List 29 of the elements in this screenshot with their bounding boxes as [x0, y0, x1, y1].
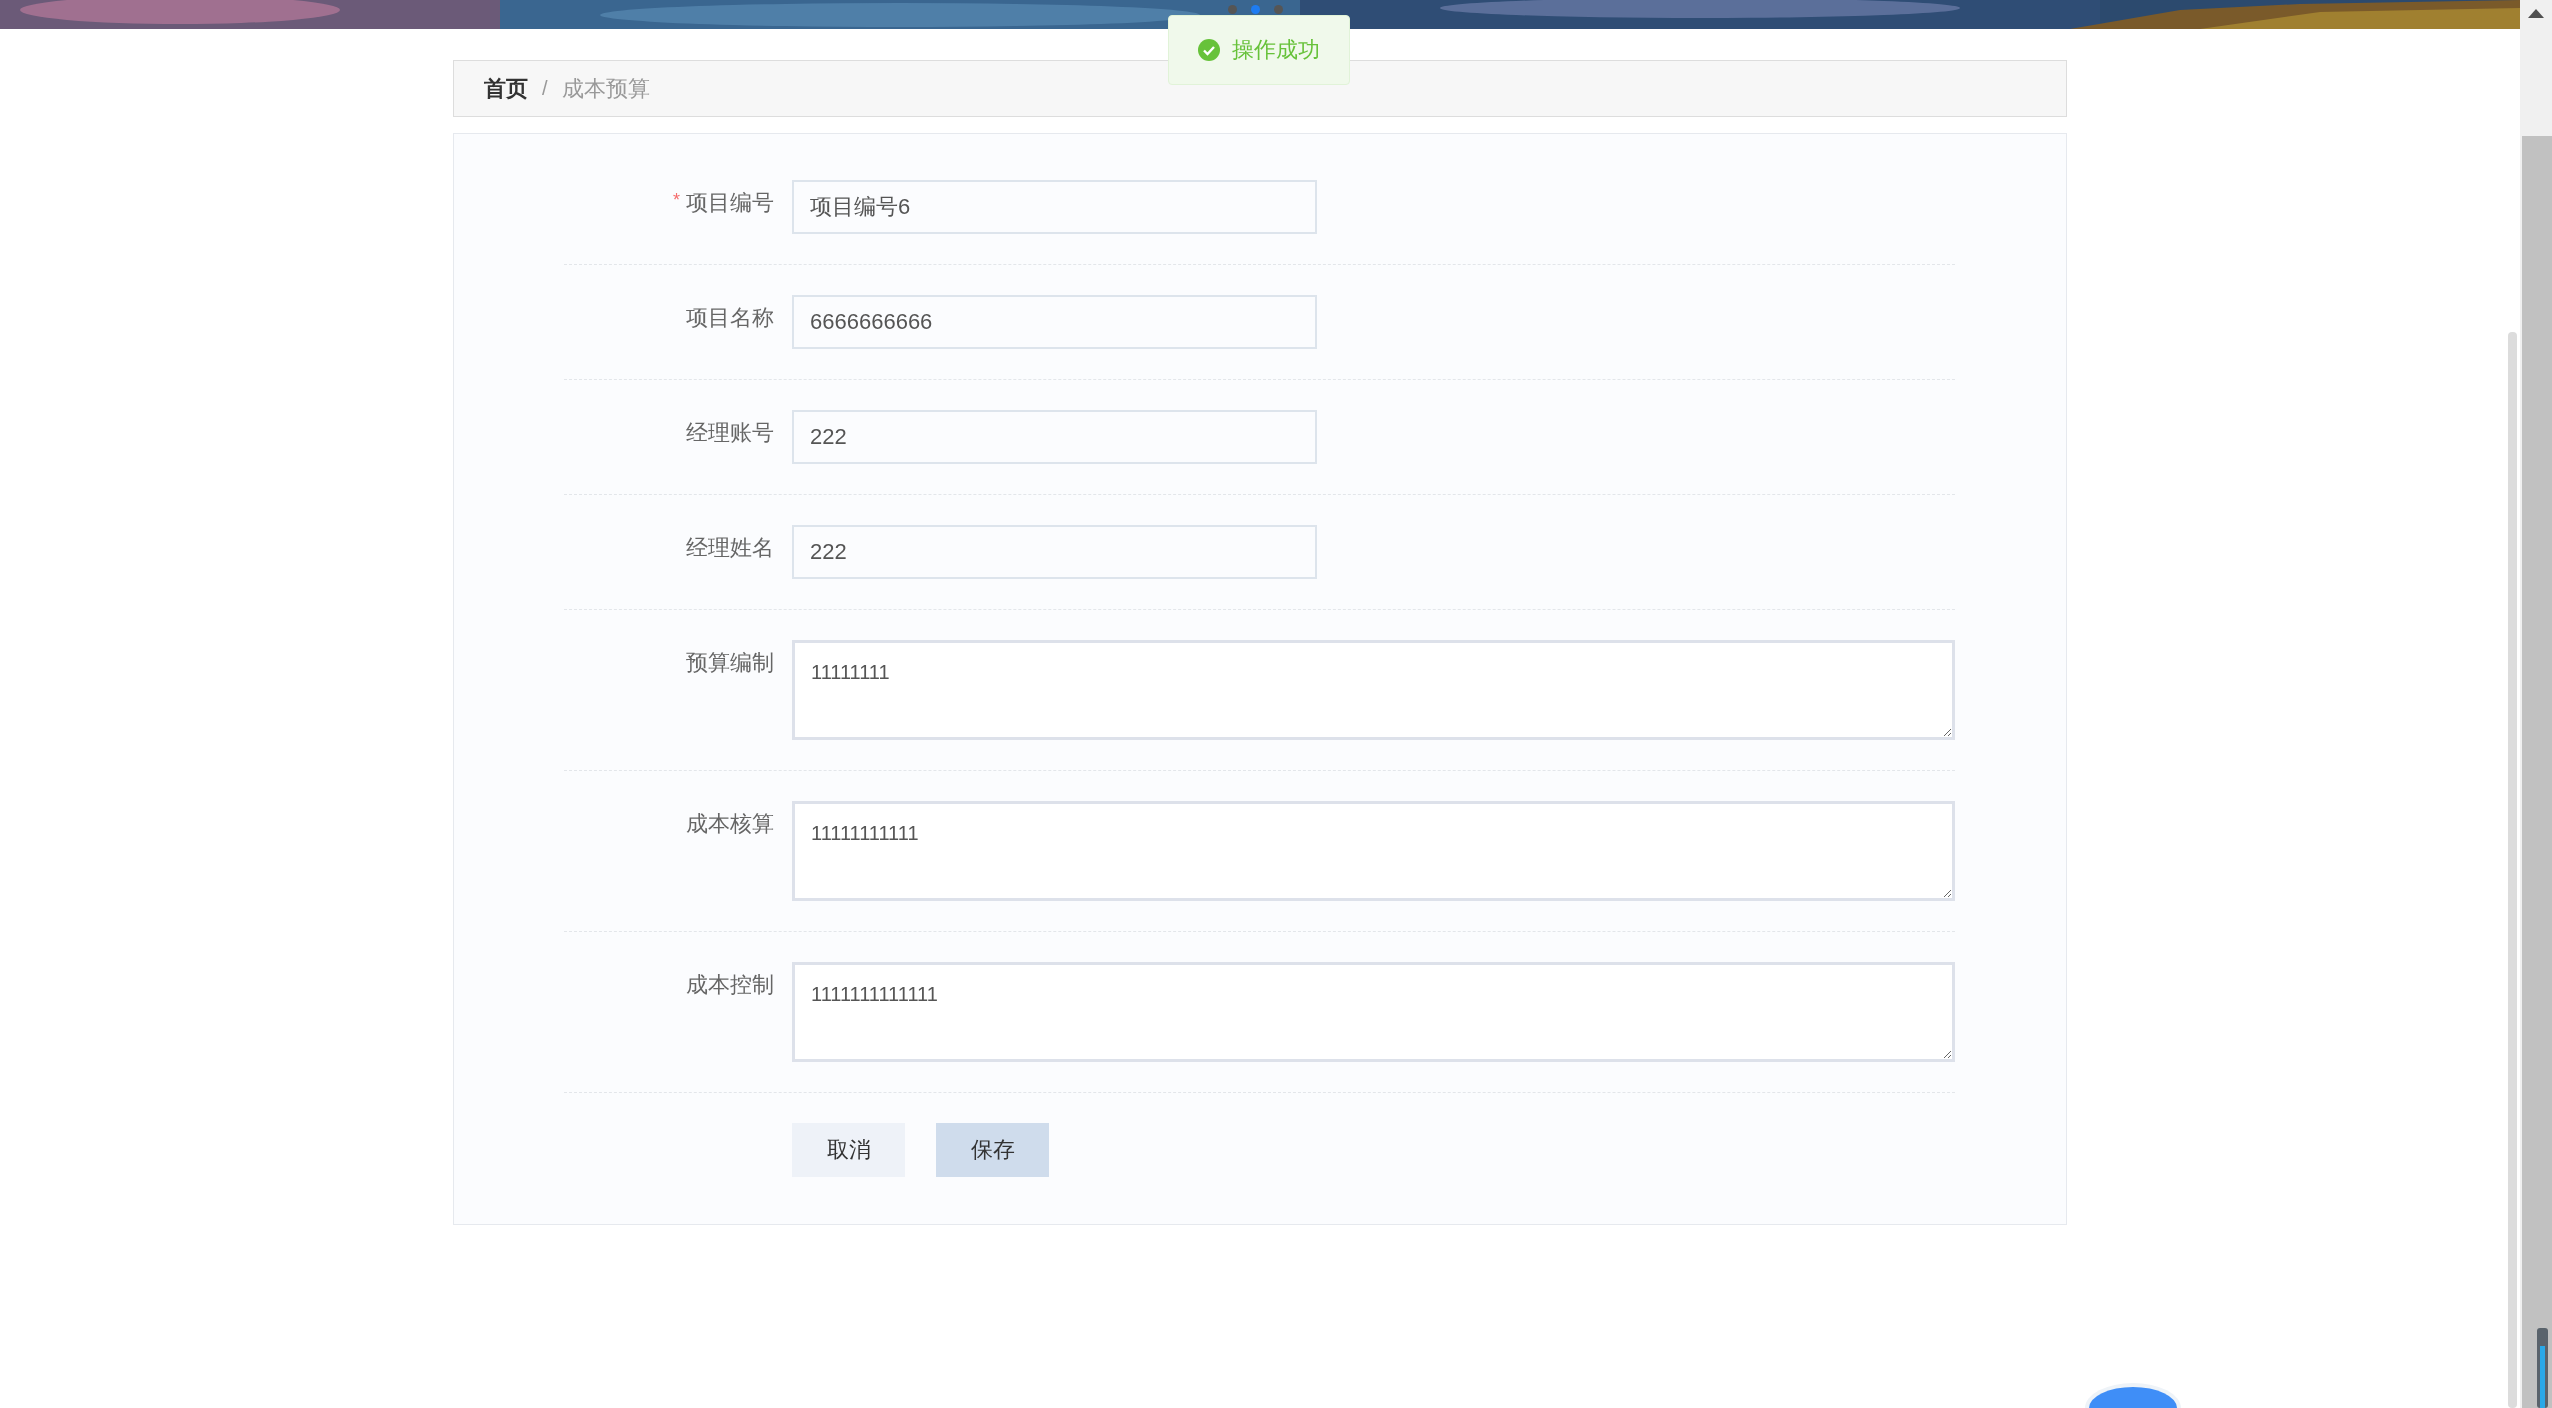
breadcrumb-separator: /	[542, 77, 548, 100]
text-area[interactable]: 11111111111	[792, 801, 1955, 901]
scrollbar-thumb[interactable]	[2522, 136, 2552, 1408]
cancel-button[interactable]: 取消	[792, 1123, 905, 1177]
input-field[interactable]: 222	[792, 410, 1317, 464]
scroll-up-icon[interactable]	[2528, 9, 2544, 18]
text-area[interactable]: 1111111111111	[792, 962, 1955, 1062]
field-label: 预算编制	[686, 649, 774, 677]
required-mark: *	[673, 189, 680, 212]
field-label: 成本控制	[686, 971, 774, 999]
save-button[interactable]: 保存	[936, 1123, 1049, 1177]
toast-text: 操作成功	[1232, 36, 1320, 64]
text-area[interactable]: 11111111	[792, 640, 1955, 740]
field-label: 成本核算	[686, 810, 774, 838]
field-label: 项目名称	[686, 304, 774, 332]
scrollbar[interactable]	[2508, 332, 2517, 1408]
input-field[interactable]: 6666666666	[792, 295, 1317, 349]
carousel-dot[interactable]	[1274, 5, 1283, 14]
carousel-dot[interactable]	[1251, 5, 1260, 14]
check-circle-icon	[1198, 39, 1220, 61]
carousel-dot[interactable]	[1228, 5, 1237, 14]
field-label: 经理姓名	[686, 534, 774, 562]
breadcrumb-link[interactable]: 首页	[484, 73, 528, 104]
field-label: 经理账号	[686, 419, 774, 447]
meter-icon	[2537, 1328, 2548, 1408]
input-field[interactable]: 222	[792, 525, 1317, 579]
field-label: 项目编号	[686, 189, 774, 217]
input-field[interactable]: 项目编号6	[792, 180, 1317, 234]
scrollbar[interactable]	[2520, 0, 2552, 1408]
